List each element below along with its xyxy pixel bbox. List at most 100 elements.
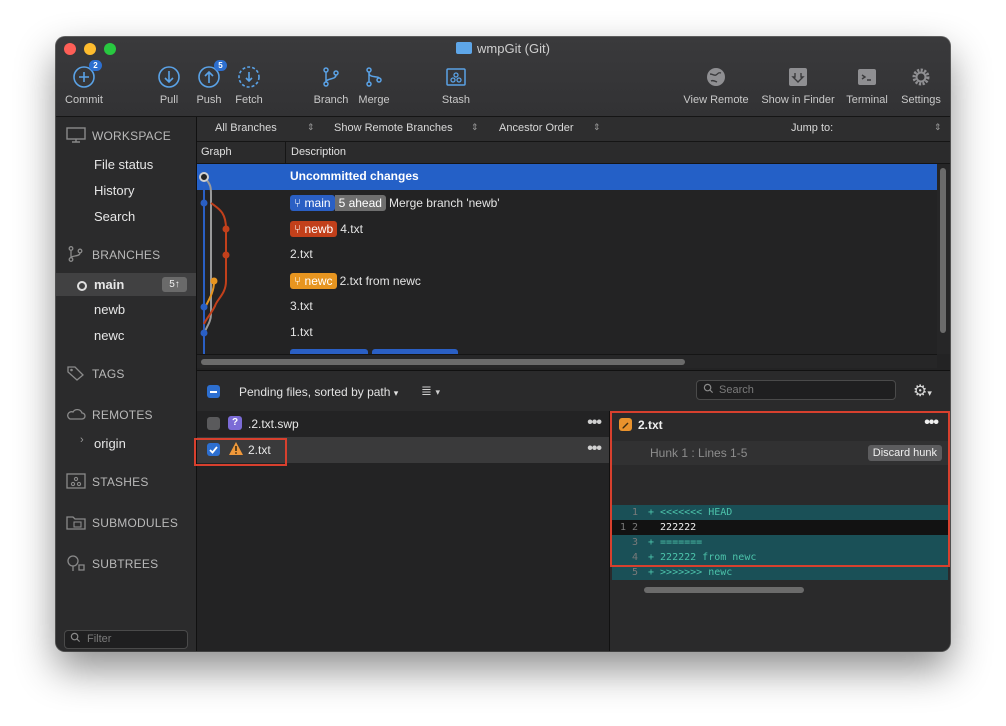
branch-button[interactable]: Branch	[311, 65, 351, 106]
gear-icon[interactable]: ⚙▾	[913, 381, 932, 401]
minus-icon	[210, 391, 217, 393]
monitor-icon	[66, 127, 86, 143]
description-column-label[interactable]: Description	[291, 146, 346, 158]
sidebar-section-tags[interactable]: TAGS	[66, 365, 125, 381]
cloud-icon	[66, 406, 86, 422]
file-checkbox[interactable]	[207, 417, 220, 430]
untracked-status-icon: ?	[228, 416, 242, 430]
sidebar-item-branch-newc[interactable]: newc	[94, 328, 124, 343]
folder-icon	[456, 42, 473, 54]
merge-button[interactable]: Merge	[355, 65, 393, 106]
view-remote-button[interactable]: View Remote	[680, 65, 752, 106]
commit-row[interactable]: 2.txt	[197, 242, 937, 268]
commit-row[interactable]: ⑂ newb 4.txt	[197, 216, 937, 242]
file-name: .2.txt.swp	[248, 417, 299, 431]
tree-icon	[66, 555, 86, 571]
branches-filter-select[interactable]: All Branches	[215, 122, 277, 134]
sidebar-item-remote-origin[interactable]: origin	[94, 436, 126, 451]
sidebar-item-history[interactable]: History	[94, 183, 134, 198]
sidebar-item-file-status[interactable]: File status	[94, 157, 153, 172]
commit-description: 2.txt	[290, 247, 313, 261]
graph-vertical-scrollbar[interactable]	[937, 164, 950, 354]
sidebar-section-submodules[interactable]: SUBMODULES	[66, 514, 178, 530]
push-count-badge: 5	[214, 60, 227, 71]
sidebar-item-search[interactable]: Search	[94, 209, 135, 224]
graph-horizontal-scrollbar[interactable]	[197, 354, 937, 368]
commit-row[interactable]: 1.txt	[197, 320, 937, 346]
updown-chevron-icon[interactable]: ⇕	[593, 122, 601, 133]
graph-options-bar: All Branches ⇕ Show Remote Branches ⇕ An…	[197, 117, 950, 142]
terminal-button[interactable]: Terminal	[842, 65, 892, 106]
highlight-box-diff	[610, 411, 950, 567]
order-select[interactable]: Ancestor Order	[499, 122, 574, 134]
commit-button[interactable]: 2 Commit	[64, 60, 104, 106]
commit-graph: Uncommitted changes ⑂ main 5 ahead Merge b…	[197, 164, 937, 354]
more-actions-icon[interactable]: •••	[587, 414, 602, 432]
commit-description: 3.txt	[290, 299, 313, 313]
more-actions-icon[interactable]: •••	[587, 440, 602, 458]
pending-search-input[interactable]: Search	[696, 380, 896, 400]
settings-button[interactable]: Settings	[896, 65, 946, 106]
push-icon: 5	[197, 60, 227, 89]
sidebar-section-remotes[interactable]: REMOTES	[66, 406, 153, 422]
commit-count-badge: 2	[89, 60, 102, 71]
commit-row[interactable]: ⑂ main 5 ahead Merge branch 'newb'	[197, 190, 937, 216]
globe-icon	[704, 65, 728, 89]
branch-icon: ⑂	[294, 222, 305, 236]
jump-to-select[interactable]: Jump to:	[791, 122, 833, 134]
branch-icon: ⑂	[294, 274, 305, 288]
scrollbar-thumb[interactable]	[201, 359, 685, 365]
graph-column-label[interactable]: Graph	[201, 146, 232, 158]
chevron-right-icon[interactable]: ›	[80, 434, 84, 446]
scrollbar-thumb[interactable]	[940, 168, 946, 333]
commit-row[interactable]: 3.txt	[197, 294, 937, 320]
chevron-down-icon: ▾	[393, 388, 399, 398]
pull-button[interactable]: Pull	[154, 65, 184, 106]
stash-icon	[444, 65, 468, 89]
graph-lines	[199, 172, 230, 354]
finder-icon	[786, 65, 810, 89]
scrollbar-thumb[interactable]	[644, 587, 804, 593]
sidebar-section-subtrees[interactable]: SUBTREES	[66, 555, 158, 571]
sidebar-section-workspace[interactable]: WORKSPACE	[66, 127, 171, 143]
gear-icon	[909, 65, 933, 89]
diff-horizontal-scrollbar[interactable]	[612, 583, 948, 596]
sidebar-item-branch-newb[interactable]: newb	[94, 302, 125, 317]
branch-icon	[319, 65, 343, 89]
commit-row-partial[interactable]	[197, 346, 937, 354]
graph-column-header: Graph Description	[197, 142, 950, 164]
select-all-checkbox[interactable]	[207, 385, 220, 398]
pull-icon	[157, 65, 181, 89]
commit-description: Merge branch 'newb'	[388, 196, 500, 210]
sidebar-section-stashes[interactable]: STASHES	[66, 473, 149, 489]
search-icon	[703, 381, 714, 399]
fetch-button[interactable]: Fetch	[232, 65, 266, 106]
tag-icon	[66, 365, 86, 381]
branch-tag-newb[interactable]: ⑂ newb	[290, 221, 338, 237]
list-view-icon[interactable]: ≣ ▾	[421, 383, 440, 399]
merge-icon	[362, 65, 386, 89]
sidebar-item-branch-main[interactable]: main	[94, 277, 124, 292]
push-button[interactable]: 5 Push	[194, 60, 227, 106]
remote-branches-select[interactable]: Show Remote Branches	[334, 122, 453, 134]
pending-sort-dropdown[interactable]: Pending files, sorted by path ▾	[239, 385, 398, 399]
folder-icon	[66, 514, 86, 530]
stash-button[interactable]: Stash	[438, 65, 474, 106]
updown-chevron-icon[interactable]: ⇕	[471, 122, 479, 133]
window-title: wmpGit (Git)	[56, 41, 950, 56]
chevron-down-icon: ▾	[435, 387, 441, 397]
show-in-finder-button[interactable]: Show in Finder	[756, 65, 840, 106]
commit-description: 1.txt	[290, 325, 313, 339]
sidebar-section-branches[interactable]: BRANCHES	[66, 246, 160, 262]
branch-tag-newc[interactable]: ⑂ newc	[290, 273, 337, 289]
updown-chevron-icon[interactable]: ⇕	[307, 122, 315, 133]
sidebar-filter-input[interactable]: Filter	[64, 630, 188, 649]
pending-files-bar: Pending files, sorted by path ▾ ≣ ▾ Sear…	[197, 370, 950, 412]
updown-chevron-icon[interactable]: ⇕	[934, 122, 942, 133]
commit-description: 4.txt	[340, 222, 363, 236]
ahead-count-badge: 5↑	[162, 277, 187, 292]
file-row[interactable]: ? .2.txt.swp •••	[197, 411, 609, 437]
commit-row[interactable]: Uncommitted changes	[197, 164, 937, 190]
commit-row[interactable]: ⑂ newc 2.txt from newc	[197, 268, 937, 294]
branch-tag-main[interactable]: ⑂ main	[290, 195, 335, 211]
